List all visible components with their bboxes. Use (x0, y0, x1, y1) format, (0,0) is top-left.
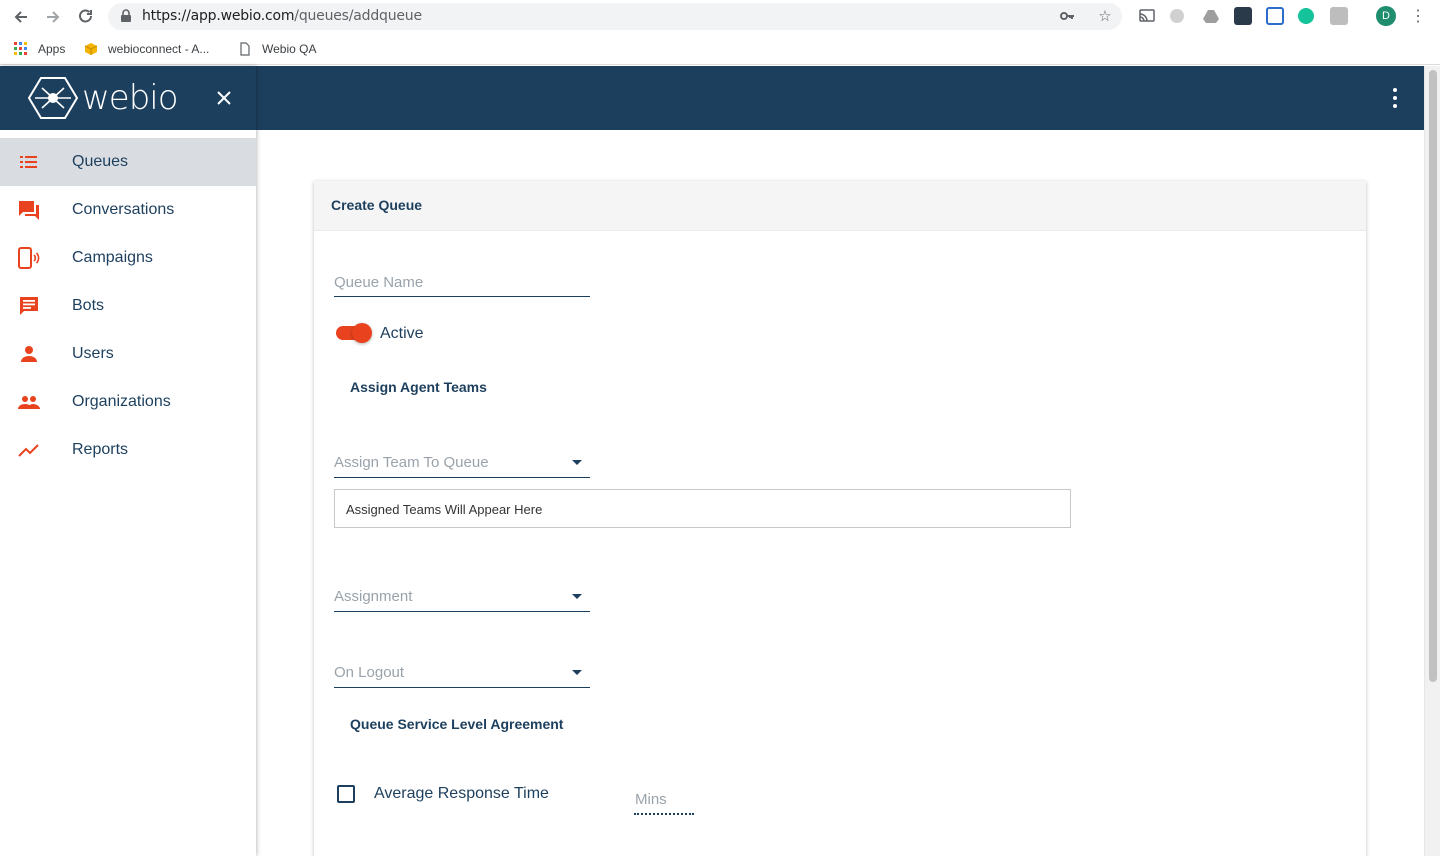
reload-icon[interactable] (75, 6, 97, 28)
bookmark-label: Apps (38, 42, 66, 56)
assignment-placeholder: Assignment (334, 588, 413, 605)
sidebar-item-conversations[interactable]: Conversations (0, 186, 256, 234)
active-toggle[interactable] (334, 323, 372, 343)
assigned-teams-box: Assigned Teams Will Appear Here (334, 489, 1071, 528)
create-queue-card: Create Queue Active Assign Agent Teams A… (314, 181, 1366, 856)
chat-icon (17, 198, 41, 222)
sidebar-item-bots[interactable]: Bots (0, 282, 256, 330)
grammarly-icon[interactable] (1298, 8, 1314, 24)
app-header (256, 66, 1424, 130)
toggle-knob (352, 323, 372, 343)
box-icon (84, 42, 98, 56)
bookmark-label: webioconnect - A... (108, 42, 210, 56)
webio-logo[interactable]: webio (28, 76, 179, 120)
back-icon[interactable] (10, 6, 32, 28)
extension-dots-icon[interactable] (1234, 7, 1252, 25)
forward-icon[interactable] (42, 6, 64, 28)
queue-name-field[interactable] (334, 263, 590, 297)
profile-avatar[interactable]: D (1376, 6, 1396, 26)
trending-up-icon (17, 438, 41, 462)
message-icon (17, 294, 41, 318)
more-vert-icon[interactable] (1388, 88, 1402, 108)
on-logout-select[interactable]: On Logout (334, 654, 590, 688)
sidebar-nav: Queues Conversations Campaigns Bots User… (0, 138, 256, 474)
browser-menu-icon[interactable]: ⋮ (1410, 6, 1426, 26)
scrollbar-thumb[interactable] (1429, 70, 1437, 682)
mins-placeholder: Mins (635, 791, 667, 808)
webio-logo-icon (28, 77, 78, 119)
sidebar-item-campaigns[interactable]: Campaigns (0, 234, 256, 282)
drive-icon[interactable] (1202, 7, 1220, 25)
assigned-teams-text: Assigned Teams Will Appear Here (346, 502, 543, 517)
assign-team-placeholder: Assign Team To Queue (334, 454, 489, 471)
lock-icon (120, 9, 132, 28)
bookmark-webio-qa[interactable]: Webio QA (238, 40, 316, 58)
sidebar-item-organizations[interactable]: Organizations (0, 378, 256, 426)
sidebar: webio Queues Conversations Campaigns Bot… (0, 66, 256, 856)
sidebar-item-label: Users (72, 345, 114, 362)
people-icon (17, 390, 41, 414)
sidebar-item-label: Reports (72, 441, 129, 458)
assign-agent-teams-heading: Assign Agent Teams (350, 379, 487, 395)
sidebar-item-label: Bots (72, 297, 105, 314)
key-icon[interactable] (1058, 7, 1076, 25)
sidebar-item-label: Campaigns (72, 249, 153, 266)
extension-g-icon[interactable] (1330, 7, 1348, 25)
bookmarks-bar: Apps webioconnect - A... Webio QA (0, 34, 1440, 65)
browser-toolbar: https://app.webio.com/queues/addqueue ☆ … (0, 0, 1440, 34)
sla-heading: Queue Service Level Agreement (350, 716, 564, 732)
sidebar-item-queues[interactable]: Queues (0, 138, 256, 186)
queue-name-input[interactable] (334, 263, 590, 295)
active-label: Active (380, 325, 424, 342)
sidebar-item-users[interactable]: Users (0, 330, 256, 378)
address-bar[interactable]: https://app.webio.com/queues/addqueue ☆ (108, 3, 1122, 30)
url-text: https://app.webio.com/queues/addqueue (142, 8, 422, 24)
star-icon[interactable]: ☆ (1096, 7, 1114, 25)
person-icon (17, 342, 41, 366)
bookmark-webioconnect[interactable]: webioconnect - A... (84, 40, 209, 58)
cast-icon[interactable] (1138, 7, 1156, 25)
phone-broadcast-icon (17, 246, 41, 270)
assign-team-select[interactable]: Assign Team To Queue (334, 444, 590, 478)
bookmark-label: Webio QA (262, 42, 317, 56)
sidebar-item-label: Organizations (72, 393, 171, 410)
dropdown-arrow-icon (572, 594, 582, 599)
sidebar-item-label: Queues (72, 153, 129, 170)
page-icon (238, 42, 252, 56)
card-title: Create Queue (331, 197, 423, 213)
page-scrollbar[interactable] (1424, 66, 1440, 856)
card-header: Create Queue (314, 181, 1366, 231)
dropdown-arrow-icon (572, 670, 582, 675)
dropdown-arrow-icon (572, 460, 582, 465)
average-response-time-label: Average Response Time (374, 785, 549, 802)
assignment-select[interactable]: Assignment (334, 578, 590, 612)
average-response-time-checkbox[interactable] (337, 785, 355, 803)
apps-grid-icon (14, 42, 28, 56)
sidebar-item-label: Conversations (72, 201, 175, 218)
on-logout-placeholder: On Logout (334, 664, 405, 681)
extension-w-icon[interactable] (1266, 7, 1284, 25)
list-icon (17, 150, 41, 174)
extension-circle-icon[interactable] (1170, 9, 1184, 23)
logo-text: webio (82, 78, 179, 118)
mins-input[interactable]: Mins (634, 789, 694, 815)
sidebar-header: webio (0, 66, 256, 130)
bookmark-apps[interactable]: Apps (14, 40, 65, 58)
sidebar-item-reports[interactable]: Reports (0, 426, 256, 474)
close-sidebar-icon[interactable] (212, 86, 236, 110)
